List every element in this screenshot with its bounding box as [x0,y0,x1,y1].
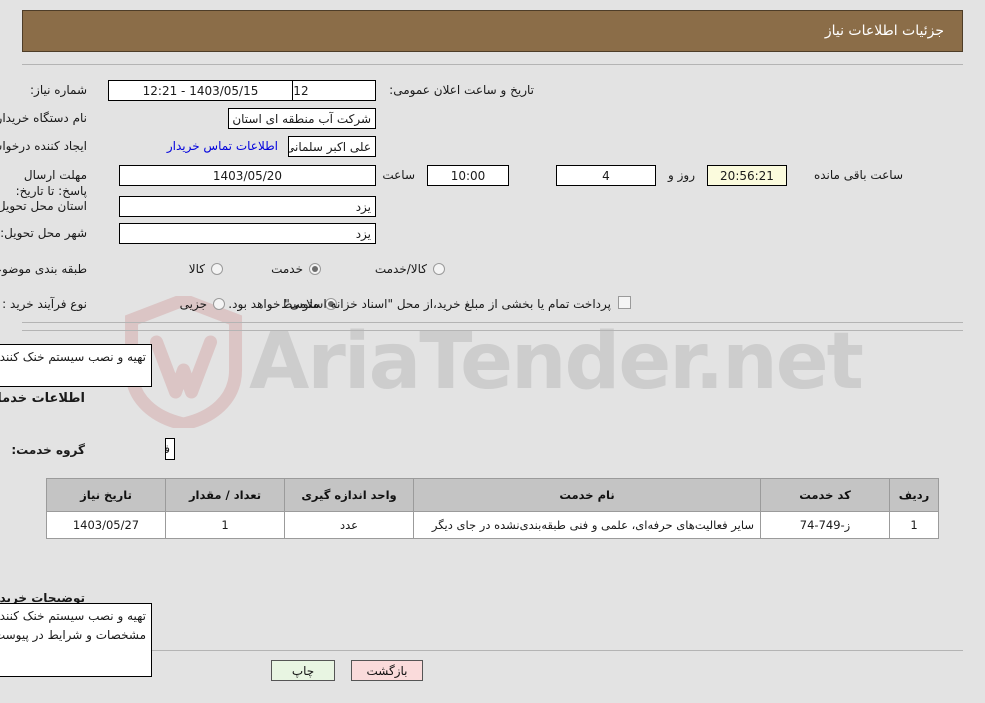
category-option-kala-label: کالا [188,262,205,276]
col-quantity: تعداد / مقدار [165,478,285,512]
city-label: شهر محل تحویل: [0,226,87,240]
col-row-no: ردیف [889,478,939,512]
col-unit: واحد اندازه گیری [284,478,414,512]
city-value: یزد [119,223,376,244]
category-label: طبقه بندی موضوعی: [0,262,87,276]
cell-unit: عدد [284,511,414,539]
radio-jozee-icon[interactable] [213,298,225,310]
cell-need-date: 1403/05/27 [46,511,166,539]
category-option-kala-khedmat[interactable]: کالا/خدمت [375,262,445,276]
province-label: استان محل تحویل: [0,199,87,213]
checkbox-treasury-icon[interactable] [618,296,631,309]
cell-service-code: ز-749-74 [760,511,890,539]
cell-service-name: سایر فعالیت‌های حرفه‌ای، علمی و فنی طبقه… [413,511,761,539]
services-section-heading: اطلاعات خدمات مورد نیاز [0,391,85,406]
services-items-table: ردیف کد خدمت نام خدمت واحد اندازه گیری ت… [46,478,939,539]
deadline-hour-value: 10:00 [427,165,509,186]
table-row: 1 ز-749-74 سایر فعالیت‌های حرفه‌ای، علمی… [46,511,939,539]
category-option-kala[interactable]: کالا [189,262,223,276]
service-group-value: فعالیت‌های حرفه‌ای، علمی و فنی [165,438,175,460]
treasury-checkbox[interactable] [618,296,631,310]
process-option-jozee[interactable]: جزیی [180,297,225,311]
creator-label: ایجاد کننده درخواست: [0,139,87,153]
buyer-notes-line-2: مشخصات و شرایط در پیوست موجود می باشد. ج… [0,628,146,642]
process-label: نوع فرآیند خرید : [2,297,87,311]
deadline-label: مهلت ارسال پاسخ: تا تاریخ: [15,168,87,198]
remaining-days-value: 4 [556,165,656,186]
cell-row-no: 1 [889,511,939,539]
table-header-row: ردیف کد خدمت نام خدمت واحد اندازه گیری ت… [46,478,939,512]
service-group-label: گروه خدمت: [11,443,85,457]
buyer-notes-field[interactable]: تهیه و نصب سیستم خنک کننده صنعتی مشخصات … [0,603,152,677]
creator-value: علی اکبر سلمانی زارچ کارشناس قراردادها ش… [288,136,376,157]
announce-datetime-label: تاریخ و ساعت اعلان عمومی: [389,83,534,97]
process-option-jozee-label: جزیی [179,297,207,311]
general-description-value: تهیه و نصب سیستم خنک کننده صنعتی [0,350,146,364]
back-button[interactable]: بازگشت [351,660,423,681]
buyer-org-value: شرکت آب منطقه ای استان یزد [228,108,376,129]
remaining-days-label: روز و [668,168,695,182]
radio-kala-icon[interactable] [211,263,223,275]
category-option-khedmat-label: خدمت [271,262,303,276]
page-title: جزئیات اطلاعات نیاز [824,23,944,39]
deadline-date-value: 1403/05/20 [119,165,376,186]
province-value: یزد [119,196,376,217]
cell-quantity: 1 [165,511,285,539]
announce-datetime-value: 1403/05/15 - 12:21 [108,80,293,101]
col-need-date: تاریخ نیاز [46,478,166,512]
col-service-code: کد خدمت [760,478,890,512]
buyer-contact-link[interactable]: اطلاعات تماس خریدار [167,139,278,153]
general-description-field[interactable]: تهیه و نصب سیستم خنک کننده صنعتی [0,344,152,387]
print-button[interactable]: چاپ [271,660,335,681]
radio-kala-khedmat-icon[interactable] [433,263,445,275]
treasury-checkbox-label: پرداخت تمام یا بخشی از مبلغ خرید،از محل … [228,297,611,311]
radio-khedmat-icon[interactable] [309,263,321,275]
deadline-hour-label: ساعت [382,168,415,182]
col-service-name: نام خدمت [413,478,761,512]
category-option-khedmat[interactable]: خدمت [271,262,321,276]
page-header-bar: جزئیات اطلاعات نیاز [22,10,963,52]
remaining-time-value: 20:56:21 [707,165,787,186]
need-info-panel [22,64,963,323]
remaining-time-label: ساعت باقی مانده [813,168,903,182]
category-option-kala-khedmat-label: کالا/خدمت [374,262,427,276]
need-number-label: شماره نیاز: [30,83,87,97]
buyer-org-label: نام دستگاه خریدار: [0,111,87,125]
buyer-notes-line-1: تهیه و نصب سیستم خنک کننده صنعتی [0,609,146,623]
